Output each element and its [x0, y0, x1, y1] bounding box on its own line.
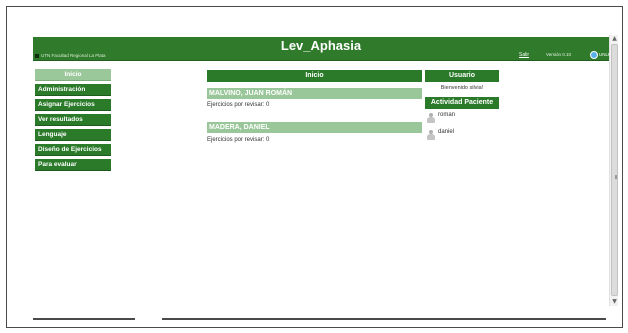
sidebar-item-lenguaje[interactable]: Lenguaje: [35, 129, 111, 141]
sidebar-item-para-evaluar[interactable]: Para evaluar: [35, 159, 111, 171]
vertical-scrollbar[interactable]: ▲ ▼: [609, 35, 618, 306]
active-user-name: daniel: [438, 129, 455, 135]
sidebar-item-asignar-ejercicios[interactable]: Asignar Ejercicios: [35, 99, 111, 111]
scroll-grip-icon: [615, 175, 617, 179]
main-heading: Inicio: [207, 70, 422, 82]
scroll-thumb[interactable]: [611, 44, 618, 296]
org-label: UTN Facultad Regional La Plata: [41, 53, 106, 58]
active-user-name: roman: [438, 112, 456, 118]
logout-link[interactable]: Salir: [519, 52, 529, 58]
sidebar-item-administracion[interactable]: Administración: [35, 84, 111, 96]
footer-divider: [33, 318, 606, 320]
sidebar-item-ver-resultados[interactable]: Ver resultados: [35, 114, 111, 126]
unlp-logo-icon: [590, 51, 598, 59]
version-label: Versión 0.10: [546, 52, 572, 57]
patient-header[interactable]: MADERA, DANIEL: [207, 122, 422, 133]
sidebar-item-diseno-ejercicios[interactable]: Diseño de Ejercicios: [35, 144, 111, 156]
patient-header[interactable]: MALVINO, JUAN ROMÁN: [207, 88, 422, 99]
pending-exercises-text: Ejercicios por revisar: 0: [207, 102, 270, 108]
utn-logo-icon: [35, 54, 39, 58]
user-panel-heading: Usuario: [425, 70, 499, 82]
user-silhouette-icon: [427, 130, 435, 140]
footer-divider-gap: [135, 318, 162, 320]
sidebar-item-inicio[interactable]: Inicio: [35, 69, 111, 81]
scroll-down-arrow-icon[interactable]: ▼: [610, 298, 619, 306]
welcome-message: Bienvenido silvia!: [440, 85, 484, 91]
scroll-up-arrow-icon[interactable]: ▲: [610, 35, 619, 43]
user-silhouette-icon: [427, 113, 435, 123]
patient-activity-heading: Actividad Paciente: [425, 97, 499, 109]
sidebar-nav: Inicio Administración Asignar Ejercicios…: [35, 69, 111, 174]
pending-exercises-text: Ejercicios por revisar: 0: [207, 137, 270, 143]
app-header: Lev_Aphasia UTN Facultad Regional La Pla…: [33, 37, 612, 61]
unlp-label: UNLP: [599, 52, 612, 57]
